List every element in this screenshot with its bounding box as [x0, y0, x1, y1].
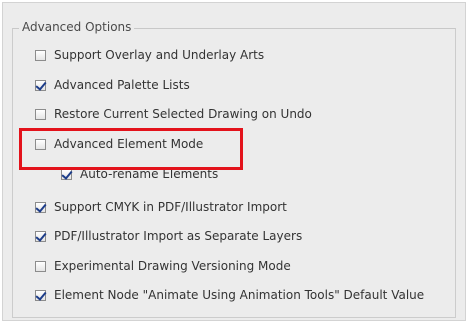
option-pdf-illustrator-separate-layers[interactable]: PDF/Illustrator Import as Separate Layer… [35, 228, 302, 244]
option-experimental-drawing-versioning[interactable]: Experimental Drawing Versioning Mode [35, 258, 291, 274]
pdf-illustrator-separate-layers-checkbox[interactable] [35, 230, 46, 242]
highlight-box [19, 128, 243, 170]
preferences-panel: Advanced Options Support Overlay and Und… [2, 2, 466, 321]
bottom-strip [0, 321, 469, 333]
option-label: Advanced Palette Lists [54, 78, 190, 92]
advanced-palette-lists-checkbox[interactable] [35, 79, 46, 91]
element-node-animate-default-checkbox[interactable] [35, 289, 46, 301]
option-support-cmyk[interactable]: Support CMYK in PDF/Illustrator Import [35, 199, 287, 215]
option-label: Experimental Drawing Versioning Mode [54, 259, 291, 273]
experimental-drawing-versioning-checkbox[interactable] [35, 260, 46, 272]
option-label: Support Overlay and Underlay Arts [54, 48, 265, 62]
option-support-overlay-underlay-arts[interactable]: Support Overlay and Underlay Arts [35, 47, 264, 63]
restore-current-selected-drawing-checkbox[interactable] [35, 108, 46, 120]
auto-rename-elements-checkbox[interactable] [61, 168, 72, 180]
option-label: Support CMYK in PDF/Illustrator Import [54, 200, 287, 214]
option-label: Element Node "Animate Using Animation To… [54, 288, 425, 302]
option-advanced-palette-lists[interactable]: Advanced Palette Lists [35, 77, 190, 93]
group-title: Advanced Options [19, 20, 135, 34]
option-label: Restore Current Selected Drawing on Undo [54, 107, 312, 121]
support-overlay-underlay-arts-checkbox[interactable] [35, 49, 46, 61]
support-cmyk-checkbox[interactable] [35, 201, 46, 213]
option-label: PDF/Illustrator Import as Separate Layer… [54, 229, 303, 243]
option-element-node-animate-default[interactable]: Element Node "Animate Using Animation To… [35, 287, 424, 303]
option-restore-current-selected-drawing[interactable]: Restore Current Selected Drawing on Undo [35, 106, 312, 122]
